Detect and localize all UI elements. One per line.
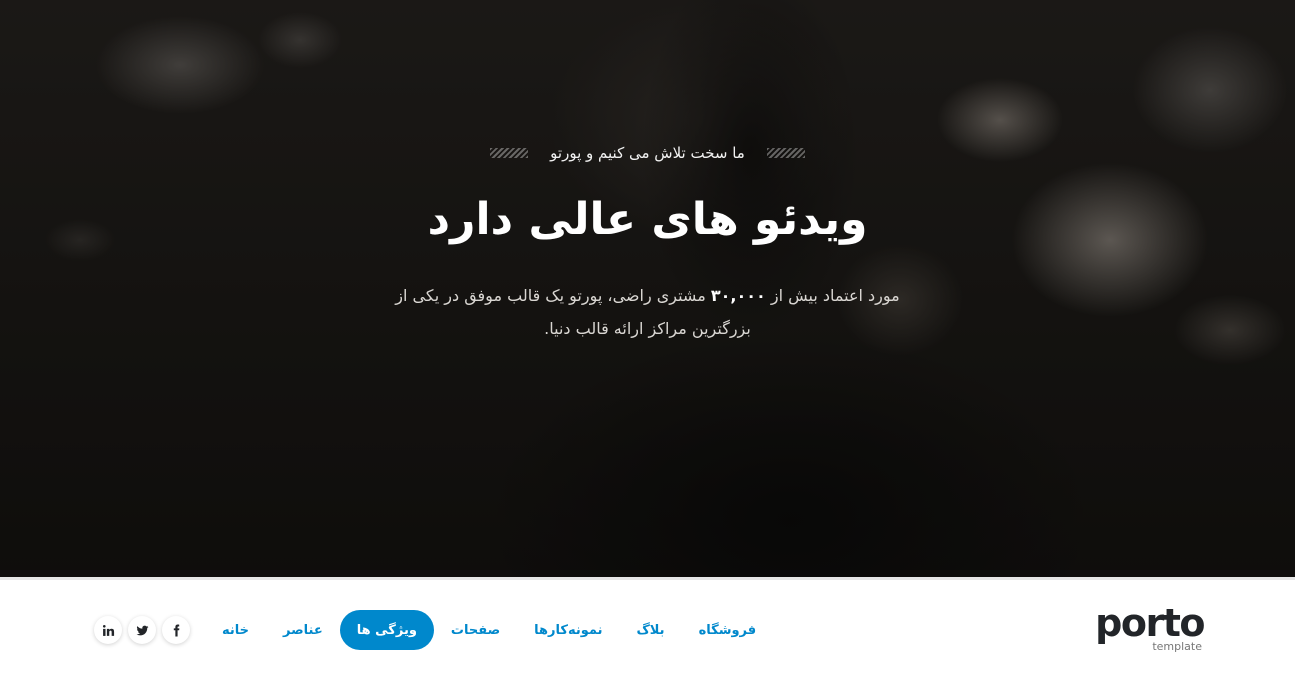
hero-description: مورد اعتماد بیش از ۳۰,۰۰۰ مشتری راضی، پو…	[380, 279, 915, 345]
eyebrow-decoration-right	[766, 148, 805, 158]
twitter-button[interactable]	[128, 616, 156, 644]
logo-wordmark: porto	[1095, 601, 1205, 645]
nav-item-features[interactable]: ویژگی ها	[339, 610, 434, 650]
nav-item-home[interactable]: خانه	[205, 610, 266, 650]
linkedin-button[interactable]	[94, 616, 122, 644]
hero-eyebrow-text: ما سخت تلاش می کنیم و پورتو	[550, 144, 745, 162]
main-nav: خانه عناصر ویژگی ها صفحات نمونه‌کارها بل…	[205, 610, 773, 650]
nav-item-portfolio[interactable]: نمونه‌کارها	[517, 610, 619, 650]
twitter-icon	[136, 625, 148, 635]
hero-content: ما سخت تلاش می کنیم و پورتو ویدئو های عا…	[0, 0, 1295, 577]
hero-description-after: مشتری راضی، پورتو یک قالب موفق در یکی از…	[395, 286, 751, 338]
facebook-icon	[173, 624, 179, 636]
social-links	[94, 616, 190, 644]
hero-description-count: ۳۰,۰۰۰	[710, 286, 766, 305]
linkedin-icon	[102, 624, 114, 636]
facebook-button[interactable]	[162, 616, 190, 644]
porto-logo[interactable]: porto template	[1095, 602, 1205, 656]
nav-item-shop[interactable]: فروشگاه	[682, 610, 774, 650]
hero-section: ما سخت تلاش می کنیم و پورتو ویدئو های عا…	[0, 0, 1295, 577]
nav-item-blog[interactable]: بلاگ	[620, 610, 682, 650]
nav-item-pages[interactable]: صفحات	[434, 610, 517, 650]
eyebrow-decoration-left	[490, 148, 529, 158]
logo-subtitle: template	[1152, 640, 1202, 653]
hero-title: ویدئو های عالی دارد	[427, 194, 868, 245]
hero-eyebrow: ما سخت تلاش می کنیم و پورتو	[0, 143, 1295, 162]
nav-item-elements[interactable]: عناصر	[266, 610, 340, 650]
hero-description-before: مورد اعتماد بیش از	[765, 286, 900, 305]
